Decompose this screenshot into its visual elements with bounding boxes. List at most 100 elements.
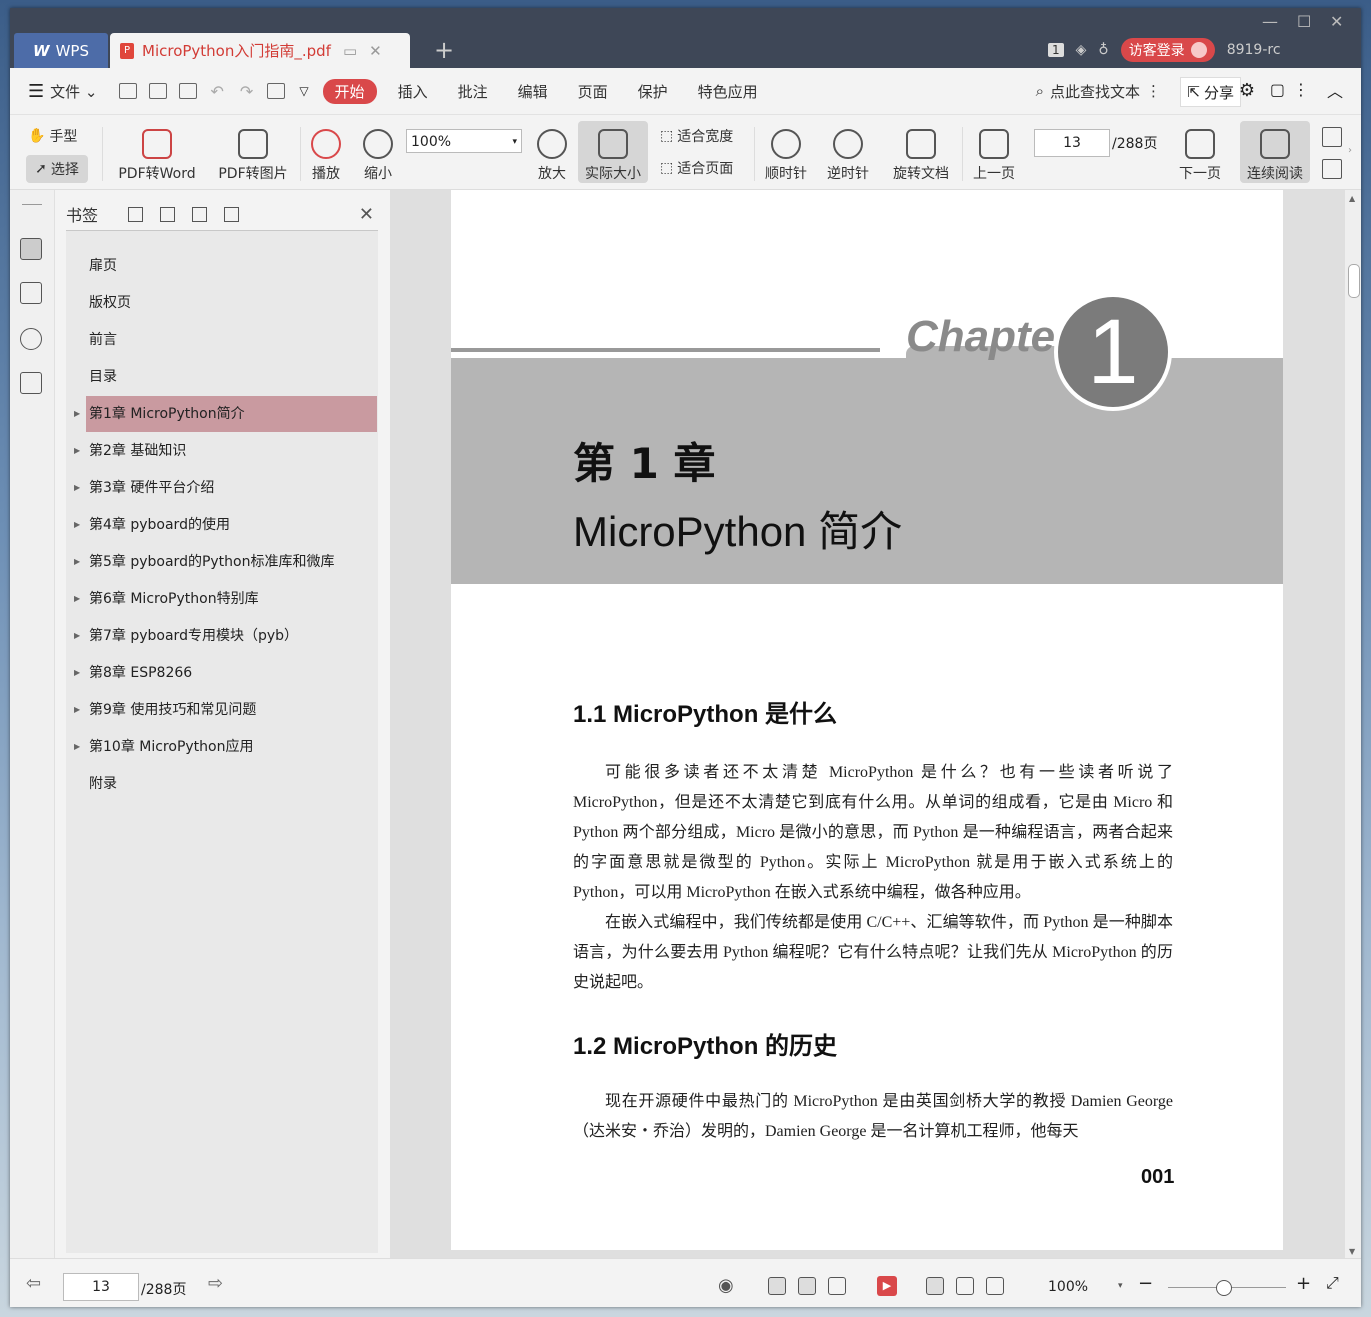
open-file-icon[interactable] (118, 83, 137, 99)
status-prev-icon[interactable]: ⇦ (26, 1273, 41, 1294)
expand-arrow-icon[interactable]: ▶ (74, 433, 80, 469)
pdf-to-word-button[interactable]: PDF转Word (112, 121, 202, 183)
export-icon[interactable] (267, 83, 286, 99)
select-tool-button[interactable]: ➚ 选择 (26, 155, 88, 183)
status-next-icon[interactable]: ⇨ (208, 1273, 223, 1294)
zoom-slider-handle[interactable] (1216, 1280, 1232, 1296)
fullscreen-icon[interactable]: ⤢ (1326, 1273, 1339, 1293)
single-page-icon[interactable] (1322, 127, 1342, 147)
zoom-minus-icon[interactable]: − (1138, 1273, 1153, 1294)
expand-arrow-icon[interactable]: ▶ (74, 618, 80, 654)
actual-size-status-icon[interactable] (926, 1277, 944, 1295)
hamburger-menu-icon[interactable]: ☰ (28, 81, 44, 102)
status-page-input[interactable]: 13 (63, 1273, 139, 1301)
bookmark-item[interactable]: ▶ 第6章 MicroPython特别库 (74, 581, 377, 617)
tab-protect[interactable]: 保护 (623, 81, 683, 102)
gear-icon[interactable]: ⚙ (1239, 80, 1255, 101)
bookmark-item[interactable]: ▶ 第7章 pyboard专用模块（pyb） (74, 618, 377, 654)
comment-icon[interactable]: ▢ (1270, 80, 1285, 99)
bookmark-icon[interactable] (224, 206, 239, 222)
bookmark-item[interactable]: 前言 (86, 322, 377, 358)
dual-view-icon[interactable] (828, 1277, 846, 1295)
print-icon[interactable] (178, 83, 197, 99)
pdf-to-image-button[interactable]: PDF转图片 (212, 121, 294, 183)
fit-page-status-icon[interactable] (956, 1277, 974, 1295)
rotate-clockwise-button[interactable]: 顺时针 (760, 121, 812, 183)
tab-start[interactable]: 开始 (322, 78, 377, 104)
bookmark-item[interactable]: 附录 (86, 766, 377, 802)
rotate-document-button[interactable]: 旋转文档 (886, 121, 956, 183)
page-number-input[interactable]: 13 (1034, 129, 1110, 157)
scroll-down-icon[interactable]: ▼ (1349, 1247, 1355, 1256)
guest-login-button[interactable]: 访客登录 (1120, 38, 1215, 62)
thumbnail-icon[interactable] (20, 282, 42, 304)
zoom-dropdown-icon[interactable]: ▾ (1118, 1281, 1123, 1291)
slideshow-play-icon[interactable]: ▶ (877, 1276, 897, 1296)
hand-tool-button[interactable]: ✋ 手型 (28, 123, 88, 149)
rotate-counterclockwise-button[interactable]: 逆时针 (822, 121, 874, 183)
attachment-icon[interactable] (20, 372, 42, 394)
bookmark-item[interactable]: ▶ 第10章 MicroPython应用 (74, 729, 377, 765)
pin-tab-icon[interactable]: ▭ (343, 42, 357, 60)
annotation-icon[interactable] (20, 328, 42, 350)
collapse-all-icon[interactable] (160, 206, 175, 222)
redo-icon[interactable]: ↷ (240, 82, 253, 101)
undo-icon[interactable]: ↶ (211, 82, 224, 101)
fit-width-status-icon[interactable] (986, 1277, 1004, 1295)
zoom-plus-icon[interactable]: + (1296, 1273, 1311, 1294)
add-bookmark-icon[interactable] (192, 206, 207, 222)
expand-arrow-icon[interactable]: ▶ (74, 729, 80, 765)
find-text-button[interactable]: ⌕ 点此查找文本 ⋮ (1036, 68, 1161, 114)
zoom-out-button[interactable]: 缩小 (358, 121, 398, 183)
bookmark-item[interactable]: ▶ 第1章 MicroPython简介 (74, 396, 377, 432)
collapse-ribbon-icon[interactable]: ︿ (1327, 78, 1343, 102)
close-window-icon[interactable]: ✕ (1330, 12, 1343, 31)
close-panel-icon[interactable]: ✕ (359, 204, 374, 225)
expand-arrow-icon[interactable]: ▶ (74, 692, 80, 728)
expand-arrow-icon[interactable]: ▶ (74, 470, 80, 506)
new-tab-icon[interactable]: + (434, 38, 454, 62)
file-menu[interactable]: 文件 ⌄ (44, 81, 112, 102)
search-options-icon[interactable]: ⋮ (1146, 82, 1161, 100)
eye-icon[interactable]: ◉ (718, 1275, 734, 1296)
bookmark-item[interactable]: ▶ 第9章 使用技巧和常见问题 (74, 692, 377, 728)
bookmark-item[interactable]: ▶ 第4章 pyboard的使用 (74, 507, 377, 543)
prev-page-button[interactable]: 上一页 (968, 121, 1020, 183)
share-button[interactable]: ⇱ 分享 (1180, 77, 1241, 107)
document-view[interactable]: Chapter 1 第 1 章 MicroPython 简介 1.1 Micro… (390, 190, 1345, 1258)
window-count-badge[interactable]: 1 (1048, 43, 1064, 57)
tab-edit[interactable]: 编辑 (503, 81, 563, 102)
minimize-icon[interactable]: — (1262, 12, 1278, 31)
fit-page-button[interactable]: ⬚ 适合页面 (660, 155, 750, 181)
scrollbar-thumb[interactable] (1348, 264, 1360, 298)
expand-arrow-icon[interactable]: ▶ (74, 581, 80, 617)
vertical-scrollbar[interactable]: ▲ ▼ (1345, 190, 1361, 1258)
zoom-in-button[interactable]: 放大 (532, 121, 572, 183)
bookmark-item[interactable]: ▶ 第8章 ESP8266 (74, 655, 377, 691)
scroll-right-icon[interactable]: › (1348, 145, 1352, 156)
double-page-icon[interactable] (1322, 159, 1342, 179)
bookmark-item[interactable]: 版权页 (86, 285, 377, 321)
single-view-icon[interactable] (798, 1277, 816, 1295)
expand-arrow-icon[interactable]: ▶ (74, 396, 80, 432)
expand-arrow-icon[interactable]: ▶ (74, 655, 80, 691)
scroll-up-icon[interactable]: ▲ (1349, 194, 1355, 203)
skin-icon[interactable]: ◈ (1076, 42, 1087, 58)
more-dropdown-icon[interactable]: ▽ (299, 84, 308, 98)
maximize-icon[interactable]: ☐ (1297, 12, 1311, 31)
shirt-icon[interactable]: ♁ (1098, 42, 1108, 58)
fit-width-button[interactable]: ⬚ 适合宽度 (660, 123, 750, 149)
continuous-reading-button[interactable]: 连续阅读 (1240, 121, 1310, 183)
save-icon[interactable] (148, 83, 167, 99)
continuous-view-icon[interactable] (768, 1277, 786, 1295)
document-tab[interactable]: P MicroPython入门指南_.pdf ▭ ✕ (110, 33, 410, 68)
next-page-button[interactable]: 下一页 (1174, 121, 1226, 183)
bookmark-item[interactable]: ▶ 第2章 基础知识 (74, 433, 377, 469)
bookmark-item[interactable]: 扉页 (86, 248, 377, 284)
tab-annotate[interactable]: 批注 (443, 81, 503, 102)
bookmark-item[interactable]: ▶ 第3章 硬件平台介绍 (74, 470, 377, 506)
bookmark-panel-icon[interactable] (20, 238, 42, 260)
more-icon[interactable]: ⋮ (1293, 80, 1309, 99)
expand-arrow-icon[interactable]: ▶ (74, 544, 80, 580)
tab-page[interactable]: 页面 (563, 81, 623, 102)
